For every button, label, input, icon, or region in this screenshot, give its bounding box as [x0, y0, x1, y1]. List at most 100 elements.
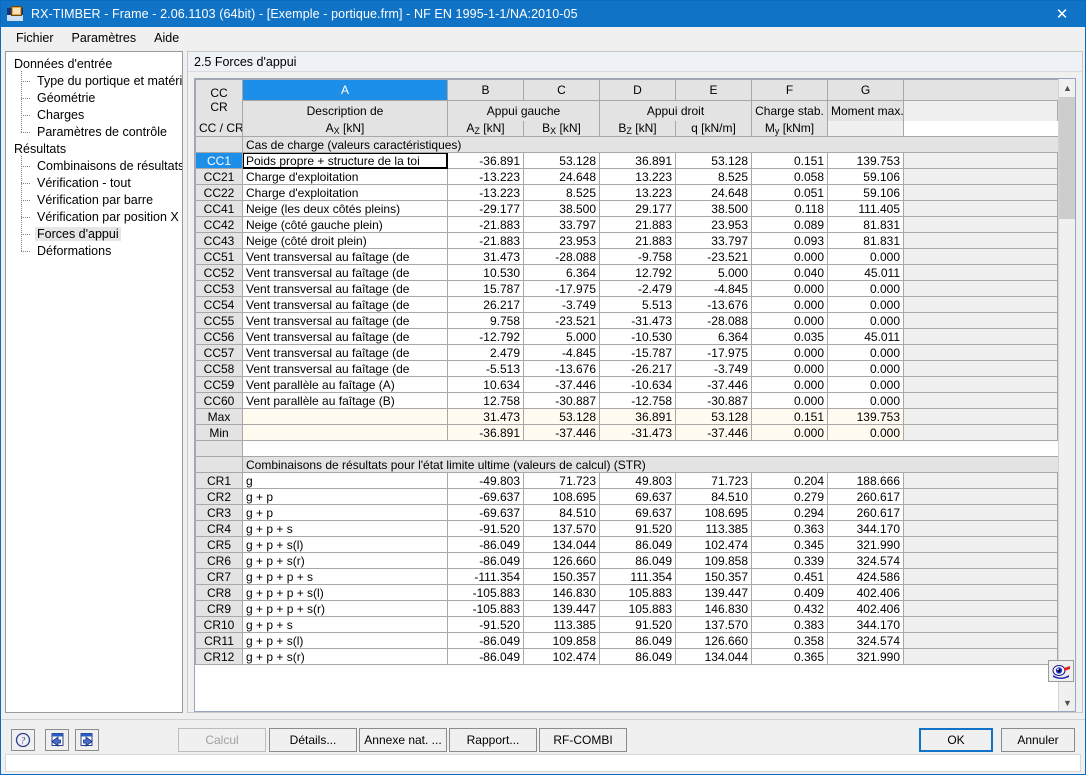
- cell-value-bz[interactable]: 113.385: [675, 520, 752, 537]
- cell-value-ax[interactable]: 26.217: [447, 296, 524, 313]
- cell-value-ax[interactable]: -91.520: [447, 616, 524, 633]
- close-icon[interactable]: ✕: [1039, 1, 1085, 27]
- cell-value-az[interactable]: 38.500: [523, 200, 600, 217]
- cell-value-bx[interactable]: 86.049: [599, 536, 676, 553]
- cell-value-q[interactable]: 0.345: [751, 536, 828, 553]
- cell-value-q[interactable]: 0.365: [751, 648, 828, 665]
- table-row[interactable]: CR12 g + p + s(r) -86.049 102.474 86.049 134.…: [195, 648, 1058, 665]
- cell-value-ax[interactable]: -49.803: [447, 472, 524, 489]
- cell-value-my[interactable]: 59.106: [827, 168, 904, 185]
- table-row[interactable]: CR4 g + p + s -91.520 137.570 91.520 113.385 0…: [195, 520, 1058, 537]
- row-header-CC43[interactable]: CC43: [195, 232, 243, 249]
- cell-description[interactable]: Neige (côté droit plein): [242, 232, 448, 249]
- cell-value-az[interactable]: -17.975: [523, 280, 600, 297]
- table-row[interactable]: CR9 g + p + p + s(r) -105.883 139.447 105.88…: [195, 600, 1058, 617]
- cell-value-bz[interactable]: -17.975: [675, 344, 752, 361]
- cell-value-bz[interactable]: 134.044: [675, 648, 752, 665]
- column-header-G[interactable]: G: [827, 79, 904, 101]
- menu-parametres[interactable]: Paramètres: [63, 29, 146, 47]
- table-row[interactable]: CR7 g + p + p + s -111.354 150.357 111.354 15…: [195, 568, 1058, 585]
- cell-value-q[interactable]: 0.051: [751, 184, 828, 201]
- cell-value-bx[interactable]: 36.891: [599, 152, 676, 169]
- cell-value-ax[interactable]: -105.883: [447, 600, 524, 617]
- row-header-CR8[interactable]: CR8: [195, 584, 243, 601]
- cell-value-bx[interactable]: 13.223: [599, 184, 676, 201]
- cell-value-az[interactable]: 146.830: [523, 584, 600, 601]
- cell-description[interactable]: g: [242, 472, 448, 489]
- cell-value-my[interactable]: 81.831: [827, 216, 904, 233]
- cell-value-q[interactable]: 0.432: [751, 600, 828, 617]
- cell-value-ax[interactable]: -86.049: [447, 536, 524, 553]
- table-row[interactable]: CR6 g + p + s(r) -86.049 126.660 86.049 109.8…: [195, 552, 1058, 569]
- cell-description[interactable]: Vent parallèle au faîtage (B): [242, 392, 448, 409]
- cell-value-bz[interactable]: 108.695: [675, 504, 752, 521]
- cell-value-ax[interactable]: -69.637: [447, 504, 524, 521]
- scroll-up-icon[interactable]: ▲: [1059, 79, 1075, 96]
- cell-description[interactable]: Charge d'exploitation: [242, 184, 448, 201]
- row-header-CR10[interactable]: CR10: [195, 616, 243, 633]
- table-row[interactable]: CR3 g + p -69.637 84.510 69.637 108.695 0.294 2…: [195, 504, 1058, 521]
- table-row[interactable]: CC1 Poids propre + structure de la toi -36…: [195, 152, 1058, 169]
- cell-value-az[interactable]: 6.364: [523, 264, 600, 281]
- column-header-C[interactable]: C: [523, 79, 600, 101]
- cell-value-q[interactable]: 0.204: [751, 472, 828, 489]
- row-header-CR9[interactable]: CR9: [195, 600, 243, 617]
- cell-value-q[interactable]: 0.035: [751, 328, 828, 345]
- cell-value-my[interactable]: 424.586: [827, 568, 904, 585]
- cell-value-az[interactable]: 53.128: [523, 152, 600, 169]
- table-row[interactable]: CR2 g + p -69.637 108.695 69.637 84.510 0.279 2…: [195, 488, 1058, 505]
- calcul-button[interactable]: Calcul: [178, 728, 266, 752]
- cell-value-q[interactable]: 0.000: [751, 248, 828, 265]
- cell-value-q[interactable]: 0.451: [751, 568, 828, 585]
- sidebar-item-parametres-controle[interactable]: Paramètres de contrôle: [18, 124, 182, 142]
- cell-description[interactable]: Poids propre + structure de la toi: [242, 152, 448, 169]
- cell-value-bx[interactable]: 12.792: [599, 264, 676, 281]
- cell-value-az[interactable]: 23.953: [523, 232, 600, 249]
- row-header-CR5[interactable]: CR5: [195, 536, 243, 553]
- cell-value-bx[interactable]: -2.479: [599, 280, 676, 297]
- cell-value-bx[interactable]: -31.473: [599, 312, 676, 329]
- cell-value-az[interactable]: 5.000: [523, 328, 600, 345]
- cell-value-az[interactable]: -37.446: [523, 376, 600, 393]
- cell-value-bx[interactable]: -10.634: [599, 376, 676, 393]
- cell-value-ax[interactable]: -36.891: [447, 152, 524, 169]
- sidebar-item-forces-appui[interactable]: Forces d'appui: [18, 226, 182, 243]
- cell-value-bx[interactable]: -12.758: [599, 392, 676, 409]
- row-header-CC42[interactable]: CC42: [195, 216, 243, 233]
- cell-value-az[interactable]: 33.797: [523, 216, 600, 233]
- table-row[interactable]: CR10 g + p + s -91.520 113.385 91.520 137.570…: [195, 616, 1058, 633]
- cell-value-bz[interactable]: 146.830: [675, 600, 752, 617]
- table-row[interactable]: CC52 Vent transversal au faîtage (de 10.53…: [195, 264, 1058, 281]
- cell-value-bz[interactable]: -30.887: [675, 392, 752, 409]
- row-header-CR11[interactable]: CR11: [195, 632, 243, 649]
- cell-value-my[interactable]: 0.000: [827, 248, 904, 265]
- cell-value-my[interactable]: 344.170: [827, 520, 904, 537]
- table-row[interactable]: CC60 Vent parallèle au faîtage (B) 12.758-…: [195, 392, 1058, 409]
- table-row[interactable]: CC22 Charge d'exploitation -13.223 8.525 13.…: [195, 184, 1058, 201]
- cell-value-bx[interactable]: 13.223: [599, 168, 676, 185]
- cell-value-ax[interactable]: 31.473: [447, 248, 524, 265]
- row-header-CR3[interactable]: CR3: [195, 504, 243, 521]
- cell-value-my[interactable]: 402.406: [827, 584, 904, 601]
- cell-value-my[interactable]: 0.000: [827, 280, 904, 297]
- cell-value-az[interactable]: 134.044: [523, 536, 600, 553]
- row-header-CC55[interactable]: CC55: [195, 312, 243, 329]
- cell-description[interactable]: Vent transversal au faîtage (de: [242, 296, 448, 313]
- row-header-CC51[interactable]: CC51: [195, 248, 243, 265]
- cell-value-az[interactable]: -23.521: [523, 312, 600, 329]
- cell-description[interactable]: Vent transversal au faîtage (de: [242, 328, 448, 345]
- cell-description[interactable]: g + p + p + s(r): [242, 600, 448, 617]
- cell-value-q[interactable]: 0.151: [751, 408, 828, 425]
- row-header-CR4[interactable]: CR4: [195, 520, 243, 537]
- column-header-D[interactable]: D: [599, 79, 676, 101]
- table-row[interactable]: CC58 Vent transversal au faîtage (de -5.51…: [195, 360, 1058, 377]
- row-header-CC1[interactable]: CC1: [195, 152, 243, 169]
- cell-value-ax[interactable]: 12.758: [447, 392, 524, 409]
- cell-description[interactable]: Vent parallèle au faîtage (A): [242, 376, 448, 393]
- row-header-CC41[interactable]: CC41: [195, 200, 243, 217]
- cell-value-q[interactable]: 0.000: [751, 280, 828, 297]
- cell-value-q[interactable]: 0.409: [751, 584, 828, 601]
- cell-value-my[interactable]: 81.831: [827, 232, 904, 249]
- cell-value-az[interactable]: -37.446: [523, 424, 600, 441]
- table-row[interactable]: Max 31.473 53.128 36.891 53.128 0.151 139.753: [195, 408, 1058, 425]
